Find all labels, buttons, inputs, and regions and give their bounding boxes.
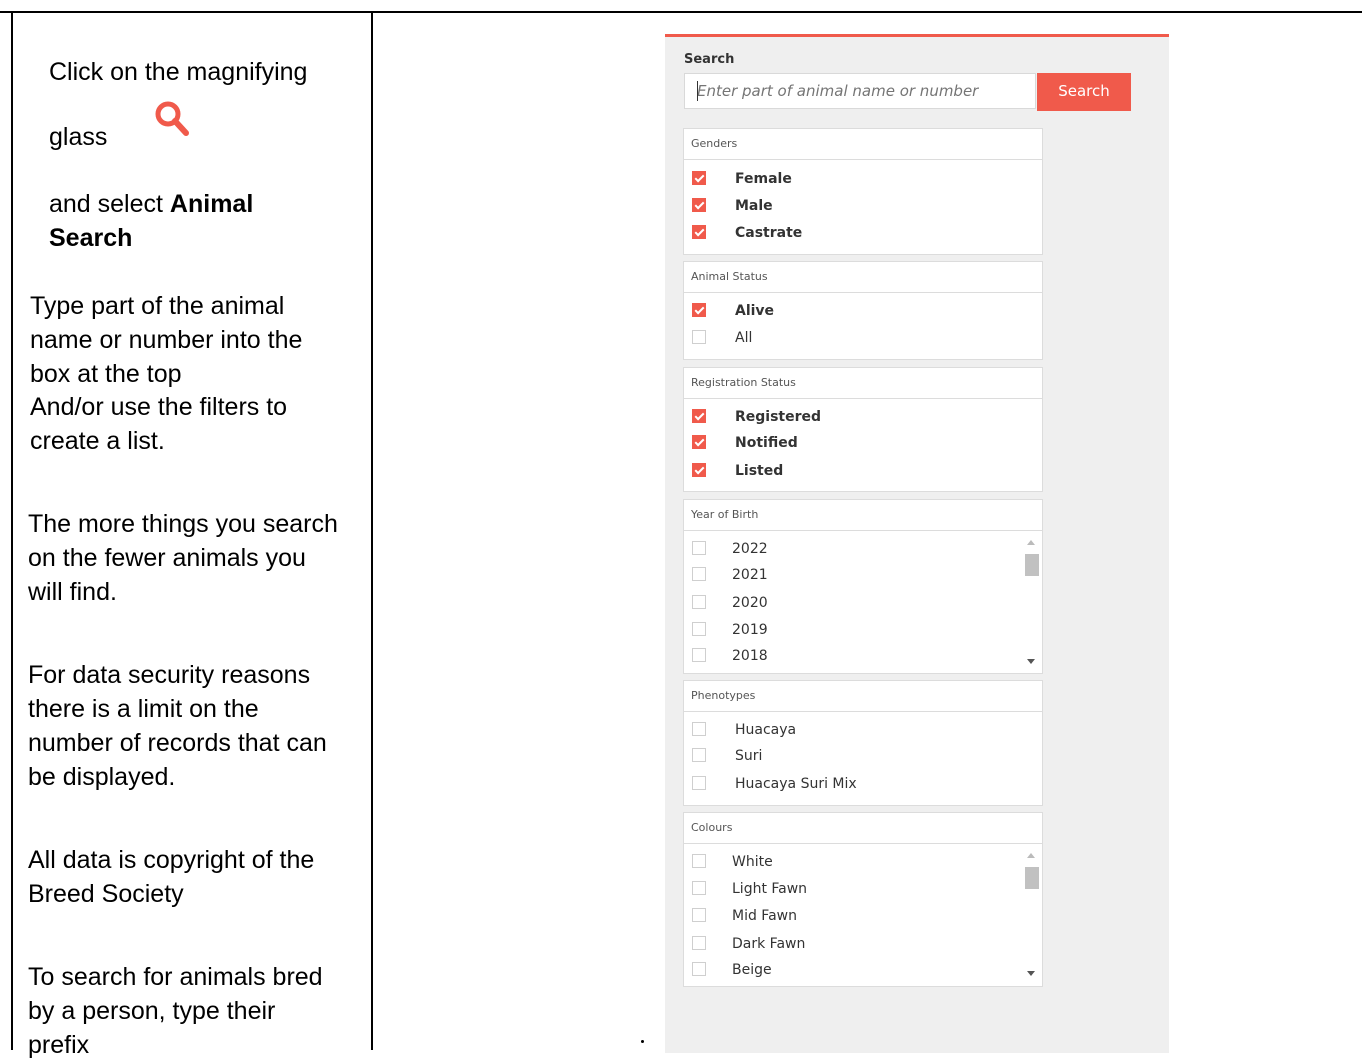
checkbox-unchecked[interactable] — [692, 648, 706, 662]
instruction-line: number of records that can — [28, 729, 327, 757]
search-button[interactable]: Search — [1037, 73, 1131, 111]
table-column-divider — [371, 11, 373, 1050]
instruction-line: Type part of the animal — [30, 292, 285, 320]
option-label: Female — [735, 171, 792, 187]
option-label: Registered — [735, 409, 822, 425]
checkbox-checked[interactable] — [692, 435, 706, 449]
table-top-border — [0, 11, 1362, 13]
checkbox-checked[interactable] — [692, 463, 706, 477]
instruction-line: Click on the magnifying — [49, 58, 308, 86]
scrollbar[interactable] — [1023, 534, 1039, 670]
checkbox-unchecked[interactable] — [692, 330, 706, 344]
checkbox-unchecked[interactable] — [692, 776, 706, 790]
stray-dot — [641, 1040, 644, 1043]
animal-status-filter: Animal Status Alive All — [683, 261, 1043, 360]
instruction-line: and select Animal — [49, 187, 253, 221]
option-label: Castrate — [735, 225, 803, 241]
instruction-line: create a list. — [30, 427, 165, 455]
filter-title: Phenotypes — [684, 681, 1042, 712]
scroll-up-arrow-icon[interactable] — [1027, 540, 1035, 545]
checkbox-unchecked[interactable] — [692, 567, 706, 581]
search-input[interactable] — [684, 73, 1036, 109]
option-label: Male — [735, 198, 773, 214]
option-label: Notified — [735, 435, 798, 451]
instruction-line: on the fewer animals you — [28, 544, 306, 572]
instruction-text: and select — [49, 190, 163, 218]
instruction-line: glass — [49, 123, 108, 151]
text-caret — [697, 81, 698, 101]
filter-title: Registration Status — [684, 368, 1042, 399]
filter-title: Year of Birth — [684, 500, 1042, 531]
instruction-line: prefix — [28, 1031, 90, 1059]
checkbox-checked[interactable] — [692, 303, 706, 317]
magnifying-glass-icon — [155, 101, 189, 136]
instruction-line: Search — [49, 221, 132, 255]
instruction-line: name or number into the — [30, 326, 303, 354]
scroll-thumb[interactable] — [1025, 554, 1039, 576]
checkbox-unchecked[interactable] — [692, 595, 706, 609]
option-label: Mid Fawn — [732, 908, 797, 924]
checkbox-unchecked[interactable] — [692, 936, 706, 950]
checkbox-checked[interactable] — [692, 198, 706, 212]
instruction-line: by a person, type their — [28, 997, 276, 1025]
option-label: 2020 — [732, 595, 768, 611]
option-label: White — [732, 854, 773, 870]
checkbox-checked[interactable] — [692, 409, 706, 423]
phenotypes-filter: Phenotypes Huacaya Suri Huacaya Suri Mix — [683, 680, 1043, 806]
checkbox-unchecked[interactable] — [692, 541, 706, 555]
genders-filter: Genders Female Male Castrate — [683, 128, 1043, 255]
instruction-line: To search for animals bred — [28, 963, 323, 991]
instruction-line: For data security reasons — [28, 661, 311, 689]
instruction-line: be displayed. — [28, 763, 176, 791]
colours-filter: Colours White Light Fawn Mid Fawn Dark F… — [683, 812, 1043, 987]
option-label: Alive — [735, 303, 775, 319]
scroll-up-arrow-icon[interactable] — [1027, 853, 1035, 858]
checkbox-unchecked[interactable] — [692, 854, 706, 868]
option-label: Light Fawn — [732, 881, 808, 897]
option-label: 2021 — [732, 567, 768, 583]
instruction-line: All data is copyright of the — [28, 846, 315, 874]
option-label: 2019 — [732, 622, 768, 638]
registration-status-filter: Registration Status Registered Notified … — [683, 367, 1043, 492]
scroll-down-arrow-icon[interactable] — [1027, 971, 1035, 976]
table-left-border — [11, 11, 13, 1050]
scrollbar[interactable] — [1023, 847, 1039, 983]
filter-title: Genders — [684, 129, 1042, 160]
instruction-line: Breed Society — [28, 880, 184, 908]
option-label: All — [735, 330, 753, 346]
checkbox-checked[interactable] — [692, 171, 706, 185]
option-label: Huacaya Suri Mix — [735, 776, 857, 792]
checkbox-unchecked[interactable] — [692, 908, 706, 922]
scroll-down-arrow-icon[interactable] — [1027, 659, 1035, 664]
checkbox-checked[interactable] — [692, 225, 706, 239]
search-label: Search — [684, 52, 735, 67]
year-of-birth-filter: Year of Birth 2022 2021 2020 2019 2018 — [683, 499, 1043, 674]
option-label: Beige — [732, 962, 772, 978]
option-label: 2022 — [732, 541, 768, 557]
instruction-line: box at the top — [30, 360, 182, 388]
option-label: Huacaya — [735, 722, 797, 738]
filter-title: Colours — [684, 813, 1042, 844]
instruction-line: will find. — [28, 578, 117, 606]
option-label: 2018 — [732, 648, 768, 664]
checkbox-unchecked[interactable] — [692, 722, 706, 736]
checkbox-unchecked[interactable] — [692, 748, 706, 762]
option-label: Dark Fawn — [732, 936, 806, 952]
checkbox-unchecked[interactable] — [692, 962, 706, 976]
instruction-bold: Animal — [169, 190, 254, 218]
checkbox-unchecked[interactable] — [692, 881, 706, 895]
instruction-line: And/or use the filters to — [30, 393, 288, 421]
instruction-bold: Search — [49, 224, 133, 252]
filter-title: Animal Status — [684, 262, 1042, 293]
option-label: Listed — [735, 463, 784, 479]
instruction-line: there is a limit on the — [28, 695, 259, 723]
checkbox-unchecked[interactable] — [692, 622, 706, 636]
instruction-line: The more things you search — [28, 510, 338, 538]
scroll-thumb[interactable] — [1025, 867, 1039, 889]
option-label: Suri — [735, 748, 763, 764]
